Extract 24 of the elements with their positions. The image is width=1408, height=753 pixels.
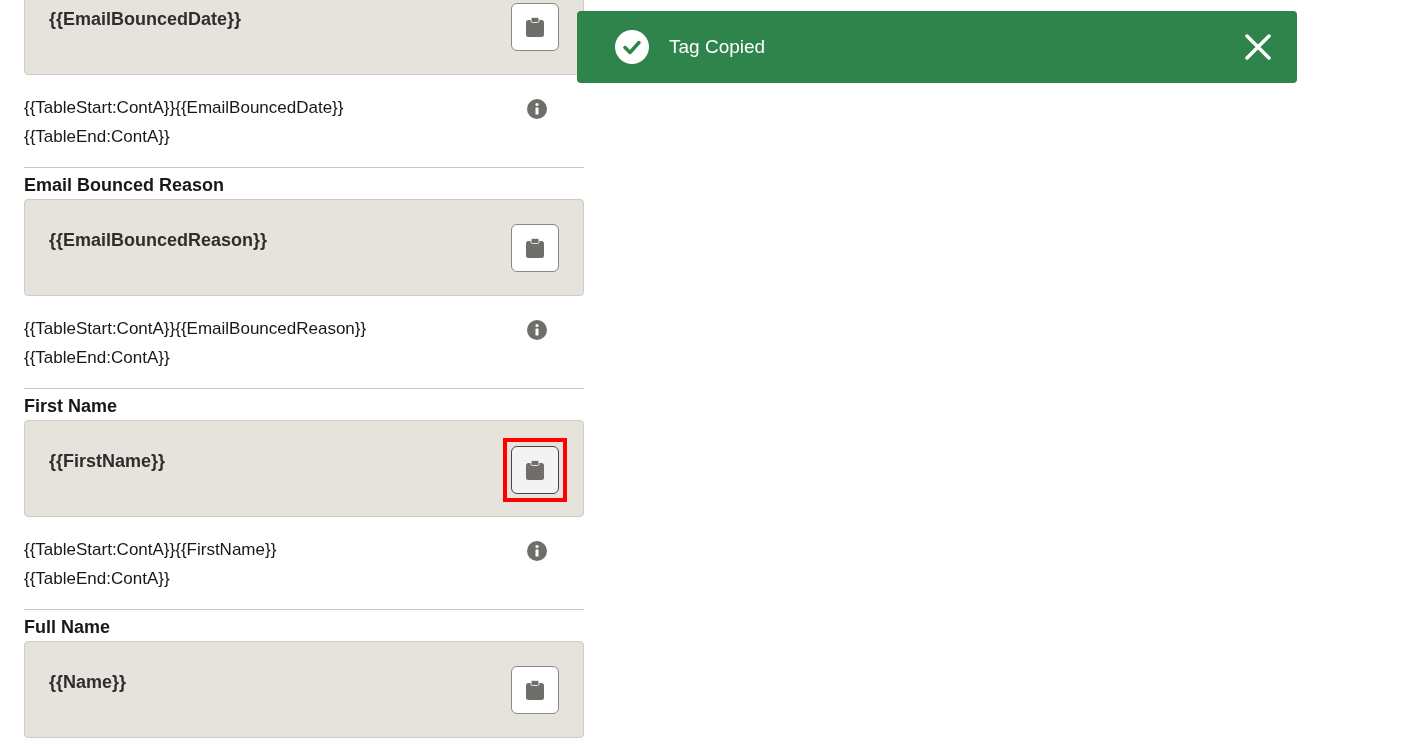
- close-icon: [1245, 34, 1271, 60]
- usage-text: {{TableStart:ContA}}{{EmailBouncedReason}} {{TableEnd:ContA}}: [24, 318, 367, 369]
- usage-text: {{TableStart:ContA}}{{FirstName}} {{TableEnd:ContA}}: [24, 539, 277, 590]
- field-label: First Name: [24, 395, 119, 418]
- merge-tag: {{Name}}: [49, 669, 127, 696]
- usage-text: {{TableStart:ContA}}{{EmailBouncedDate}} {{TableEnd:ContA}}: [24, 97, 344, 148]
- info-icon: [527, 99, 547, 119]
- clipboard-icon: [526, 238, 544, 258]
- copy-button[interactable]: [511, 666, 559, 714]
- copy-button[interactable]: [511, 3, 559, 51]
- info-icon: [527, 541, 547, 561]
- clipboard-icon: [526, 17, 544, 37]
- clipboard-icon: [526, 680, 544, 700]
- field-label: Email Bounced Reason: [24, 174, 226, 197]
- merge-tag: {{EmailBouncedDate}}: [49, 6, 242, 33]
- check-circle-icon: [615, 30, 649, 64]
- copy-button[interactable]: [511, 224, 559, 272]
- merge-tag: {{FirstName}}: [49, 448, 166, 475]
- copy-button[interactable]: [511, 446, 559, 494]
- clipboard-icon: [526, 460, 544, 480]
- toast-message: Tag Copied: [669, 34, 766, 59]
- merge-tag: {{EmailBouncedReason}}: [49, 227, 268, 254]
- info-icon: [527, 320, 547, 340]
- field-label: Full Name: [24, 616, 112, 639]
